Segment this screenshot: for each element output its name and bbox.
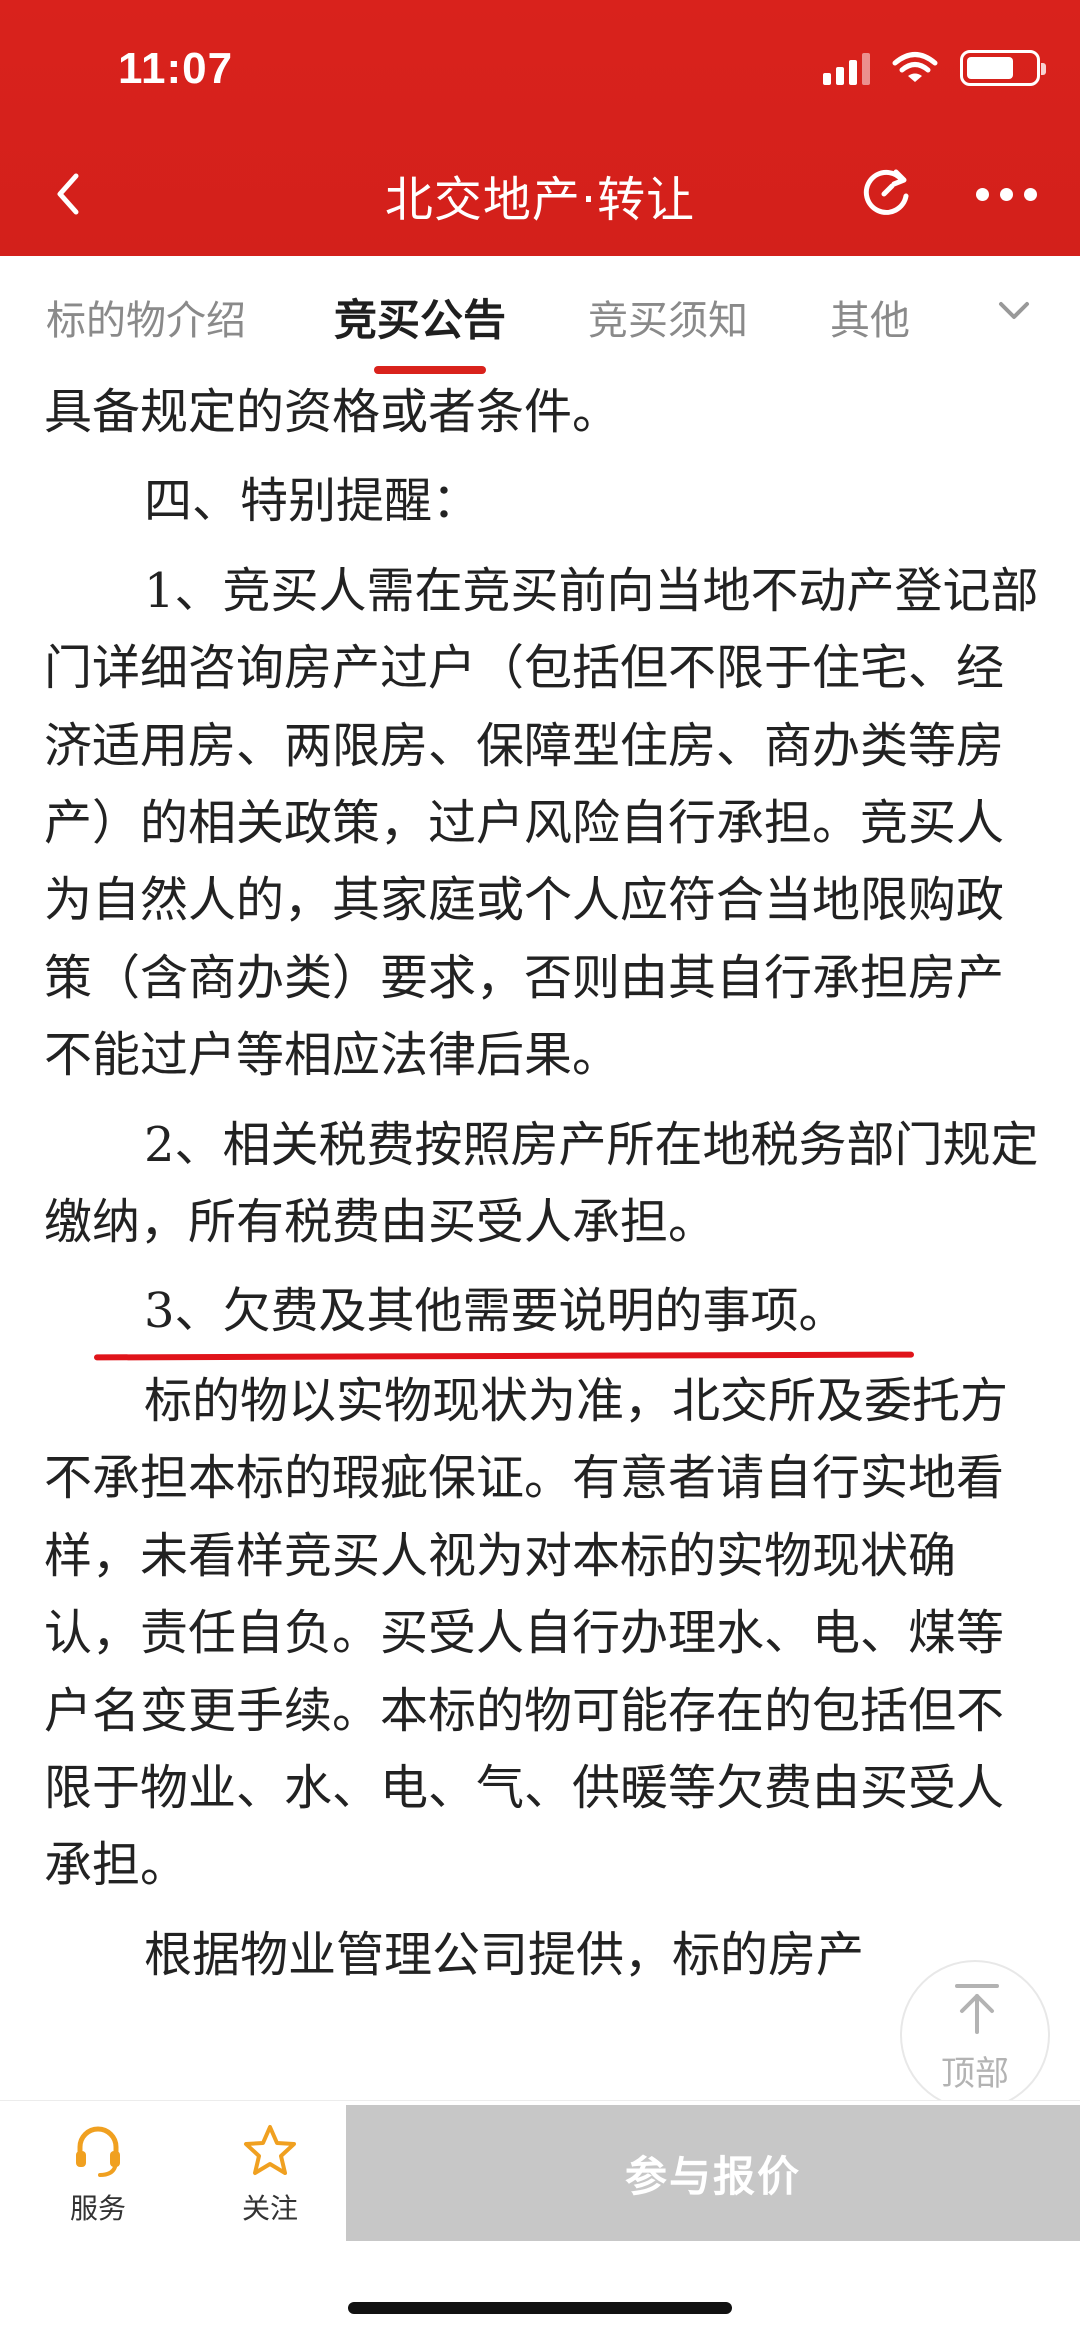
content-paragraph: 根据物业管理公司提供，标的房产 (144, 1926, 865, 1983)
arrow-up-icon (955, 1984, 999, 2034)
follow-label: 关注 (241, 2192, 298, 2225)
status-bar: 11:07 (0, 0, 1080, 130)
headset-icon (76, 2126, 120, 2177)
tab-bid-notice[interactable]: 竞买须知 (588, 288, 748, 346)
chevron-down-icon[interactable] (997, 300, 1031, 322)
tab-other[interactable]: 其他 (830, 288, 910, 346)
announcement-content: 具备规定的资格或者条件。 四、特别提醒： 1、竞买人需在竞买前向当地不动产登记部… (0, 374, 1080, 2100)
navigation-bar: 北交地产·转让 (0, 130, 1080, 256)
service-button[interactable]: 服务 (38, 2123, 158, 2227)
follow-button[interactable]: 关注 (210, 2123, 330, 2227)
content-paragraph: 1、竞买人需在竞买前向当地不动产登记部门详细咨询房产过户（包括但不限于住宅、经济… (44, 562, 1039, 1084)
status-time: 11:07 (118, 44, 234, 93)
cellular-signal-icon (823, 51, 870, 85)
tab-subject-intro[interactable]: 标的物介绍 (46, 288, 246, 346)
home-indicator (348, 2302, 732, 2314)
page-title: 北交地产·转让 (384, 172, 696, 228)
content-paragraph: 标的物以实物现状为准，北交所及委托方不承担本标的瑕疵保证。有意者请自行实地看样，… (44, 1372, 1009, 1894)
active-tab-indicator (374, 366, 486, 374)
status-icons (823, 50, 1046, 86)
wifi-icon (892, 52, 938, 82)
content-paragraph: 2、相关税费按照房产所在地税务部门规定缴纳，所有税费由买受人承担。 (44, 1116, 1039, 1251)
battery-icon (960, 50, 1046, 86)
red-underline-annotation (93, 1351, 915, 1361)
submit-bid-button[interactable]: 参与报价 (346, 2105, 1080, 2241)
service-label: 服务 (69, 2192, 126, 2225)
more-options-icon[interactable] (976, 188, 1037, 201)
app-header: 11:07 北交地产·转让 (0, 0, 1080, 256)
back-to-top-button[interactable]: 顶部 (900, 1960, 1050, 2110)
content-paragraph: 3、欠费及其他需要说明的事项。 (144, 1283, 847, 1340)
content-paragraph: 具备规定的资格或者条件。 (44, 384, 621, 440)
content-heading-special-reminder: 四、特别提醒： (144, 473, 481, 530)
back-to-top-label: 顶部 (941, 2054, 1009, 2094)
refresh-icon[interactable] (858, 164, 914, 220)
star-icon (244, 2125, 296, 2175)
tab-bid-announcement[interactable]: 竞买公告 (334, 286, 506, 348)
tab-bar: 标的物介绍 竞买公告 竞买须知 其他 (0, 256, 1080, 374)
